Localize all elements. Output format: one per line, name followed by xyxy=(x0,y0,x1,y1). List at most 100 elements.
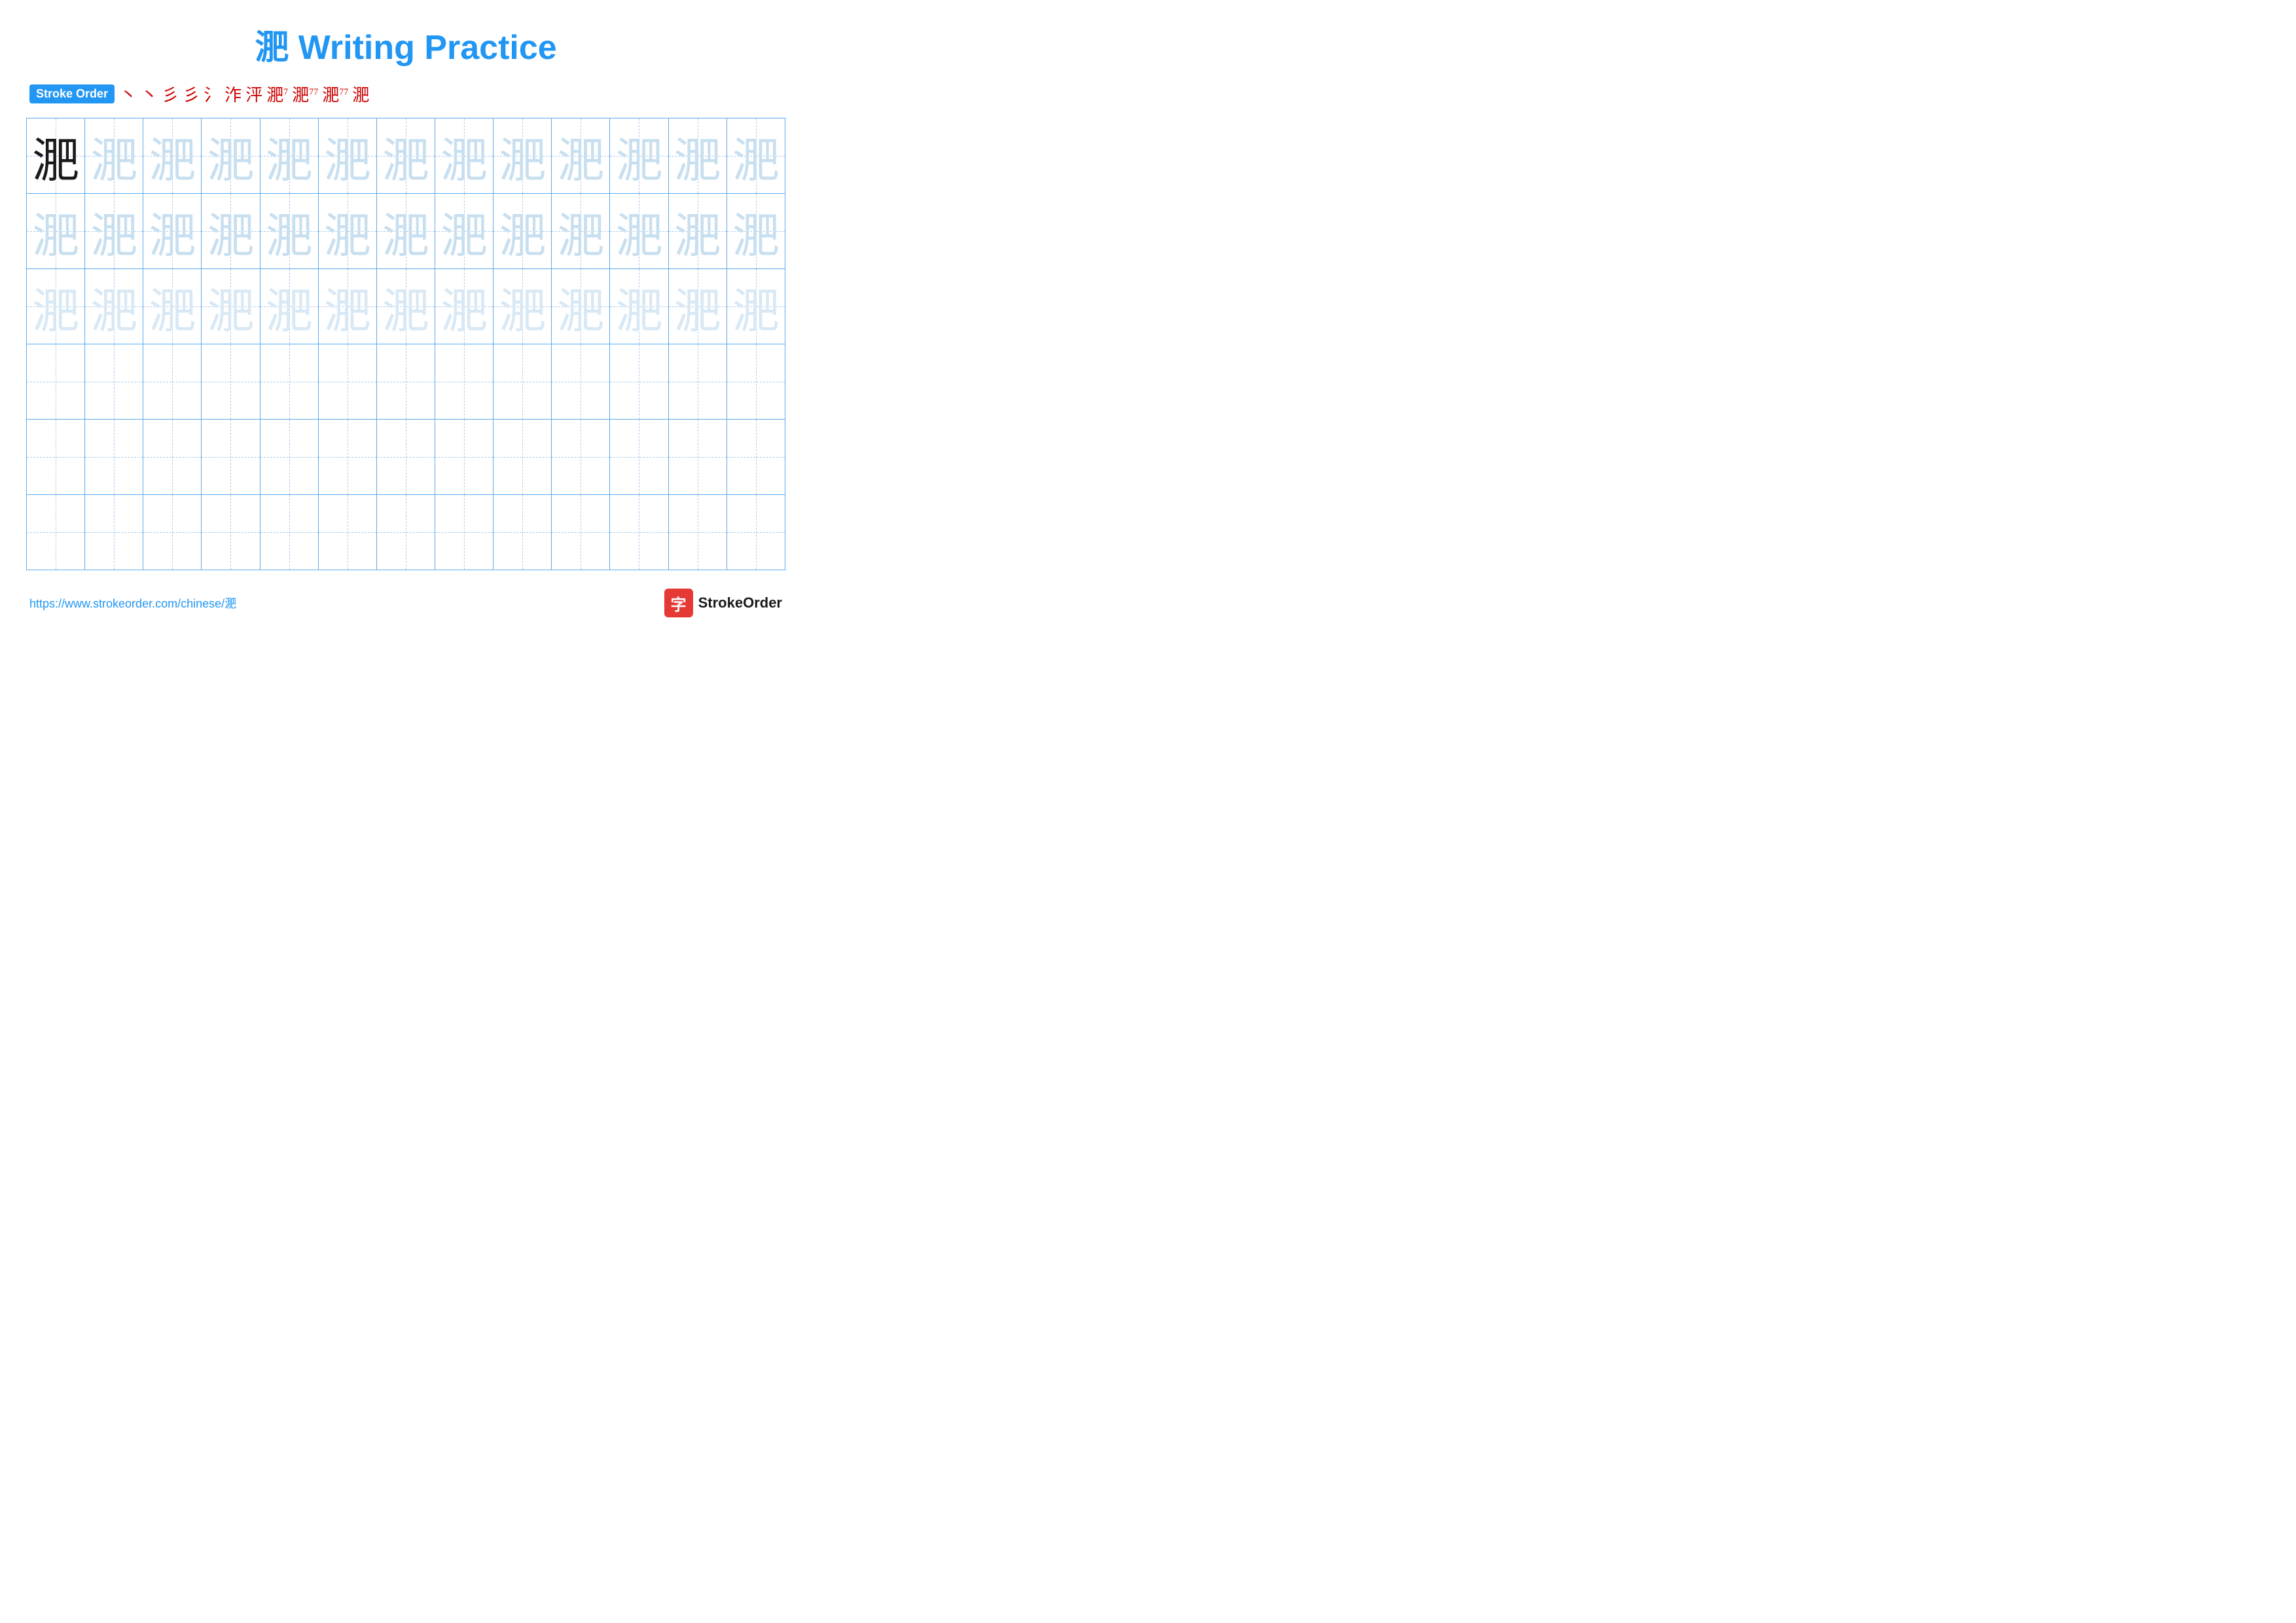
practice-row-5 xyxy=(27,420,785,495)
stroke-step-5: 氵 xyxy=(204,82,221,106)
stroke-step-6: 泎 xyxy=(224,82,242,106)
stroke-step-8: 淝7 xyxy=(266,82,288,106)
cell-r1-c1[interactable]: 淝 xyxy=(27,119,85,194)
cell-r1-c13[interactable]: 淝 xyxy=(726,119,785,194)
cell-r4-c13[interactable] xyxy=(726,344,785,420)
cell-r2-c7[interactable]: 淝 xyxy=(376,194,435,269)
cell-r4-c7[interactable] xyxy=(376,344,435,420)
cell-r5-c4[interactable] xyxy=(202,420,260,495)
cell-r6-c13[interactable] xyxy=(726,495,785,570)
cell-r4-c5[interactable] xyxy=(260,344,318,420)
cell-r4-c10[interactable] xyxy=(552,344,610,420)
cell-r5-c9[interactable] xyxy=(493,420,552,495)
stroke-step-1: 丶 xyxy=(120,82,137,106)
stroke-step-7: 泙 xyxy=(245,82,262,106)
cell-r6-c6[interactable] xyxy=(318,495,376,570)
cell-r3-c10[interactable]: 淝 xyxy=(552,269,610,344)
cell-r4-c8[interactable] xyxy=(435,344,493,420)
cell-r2-c4[interactable]: 淝 xyxy=(202,194,260,269)
cell-r3-c5[interactable]: 淝 xyxy=(260,269,318,344)
cell-r5-c13[interactable] xyxy=(726,420,785,495)
cell-r4-c3[interactable] xyxy=(143,344,202,420)
cell-r2-c9[interactable]: 淝 xyxy=(493,194,552,269)
footer: https://www.strokeorder.com/chinese/淝 字 … xyxy=(26,589,785,617)
cell-r2-c11[interactable]: 淝 xyxy=(610,194,668,269)
stroke-step-2: 丶 xyxy=(141,82,158,106)
cell-r3-c7[interactable]: 淝 xyxy=(376,269,435,344)
cell-r6-c8[interactable] xyxy=(435,495,493,570)
cell-r5-c6[interactable] xyxy=(318,420,376,495)
stroke-order-row: Stroke Order 丶 丶 彡 彡 氵 泎 泙 淝7 淝77 淝77 淝 xyxy=(26,82,785,106)
practice-grid: 淝 淝 淝 淝 淝 淝 淝 淝 淝 淝 淝 淝 淝 淝 淝 淝 淝 淝 淝 淝 … xyxy=(26,118,785,570)
cell-r1-c7[interactable]: 淝 xyxy=(376,119,435,194)
cell-r1-c4[interactable]: 淝 xyxy=(202,119,260,194)
cell-r1-c3[interactable]: 淝 xyxy=(143,119,202,194)
cell-r6-c2[interactable] xyxy=(85,495,143,570)
cell-r5-c10[interactable] xyxy=(552,420,610,495)
stroke-step-4: 彡 xyxy=(183,82,200,106)
cell-r6-c3[interactable] xyxy=(143,495,202,570)
cell-r4-c2[interactable] xyxy=(85,344,143,420)
cell-r3-c1[interactable]: 淝 xyxy=(27,269,85,344)
cell-r1-c12[interactable]: 淝 xyxy=(668,119,726,194)
cell-r5-c2[interactable] xyxy=(85,420,143,495)
cell-r2-c6[interactable]: 淝 xyxy=(318,194,376,269)
cell-r2-c1[interactable]: 淝 xyxy=(27,194,85,269)
cell-r2-c8[interactable]: 淝 xyxy=(435,194,493,269)
cell-r2-c13[interactable]: 淝 xyxy=(726,194,785,269)
cell-r2-c2[interactable]: 淝 xyxy=(85,194,143,269)
stroke-steps: 丶 丶 彡 彡 氵 泎 泙 淝7 淝77 淝77 淝 xyxy=(120,82,369,106)
practice-row-6 xyxy=(27,495,785,570)
cell-r3-c4[interactable]: 淝 xyxy=(202,269,260,344)
cell-r1-c8[interactable]: 淝 xyxy=(435,119,493,194)
cell-r6-c10[interactable] xyxy=(552,495,610,570)
cell-r1-c11[interactable]: 淝 xyxy=(610,119,668,194)
cell-r3-c11[interactable]: 淝 xyxy=(610,269,668,344)
footer-url: https://www.strokeorder.com/chinese/淝 xyxy=(29,594,236,611)
cell-r2-c5[interactable]: 淝 xyxy=(260,194,318,269)
stroke-step-3: 彡 xyxy=(162,82,179,106)
strokeorder-logo-icon: 字 xyxy=(664,589,693,617)
strokeorder-logo-text: StrokeOrder xyxy=(698,594,782,611)
cell-r6-c7[interactable] xyxy=(376,495,435,570)
cell-r5-c5[interactable] xyxy=(260,420,318,495)
cell-r6-c4[interactable] xyxy=(202,495,260,570)
cell-r3-c6[interactable]: 淝 xyxy=(318,269,376,344)
cell-r6-c1[interactable] xyxy=(27,495,85,570)
cell-r4-c12[interactable] xyxy=(668,344,726,420)
cell-r1-c6[interactable]: 淝 xyxy=(318,119,376,194)
cell-r1-c9[interactable]: 淝 xyxy=(493,119,552,194)
practice-row-2: 淝 淝 淝 淝 淝 淝 淝 淝 淝 淝 淝 淝 淝 xyxy=(27,194,785,269)
cell-r3-c12[interactable]: 淝 xyxy=(668,269,726,344)
cell-r6-c9[interactable] xyxy=(493,495,552,570)
cell-r3-c13[interactable]: 淝 xyxy=(726,269,785,344)
stroke-step-11: 淝 xyxy=(352,82,369,106)
footer-logo: 字 StrokeOrder xyxy=(664,589,782,617)
cell-r6-c5[interactable] xyxy=(260,495,318,570)
cell-r2-c10[interactable]: 淝 xyxy=(552,194,610,269)
cell-r5-c1[interactable] xyxy=(27,420,85,495)
cell-r5-c12[interactable] xyxy=(668,420,726,495)
cell-r3-c2[interactable]: 淝 xyxy=(85,269,143,344)
cell-r5-c11[interactable] xyxy=(610,420,668,495)
cell-r2-c3[interactable]: 淝 xyxy=(143,194,202,269)
cell-r4-c9[interactable] xyxy=(493,344,552,420)
cell-r4-c1[interactable] xyxy=(27,344,85,420)
cell-r3-c9[interactable]: 淝 xyxy=(493,269,552,344)
cell-r4-c4[interactable] xyxy=(202,344,260,420)
cell-r1-c2[interactable]: 淝 xyxy=(85,119,143,194)
cell-r6-c12[interactable] xyxy=(668,495,726,570)
cell-r6-c11[interactable] xyxy=(610,495,668,570)
cell-r4-c11[interactable] xyxy=(610,344,668,420)
practice-row-3: 淝 淝 淝 淝 淝 淝 淝 淝 淝 淝 淝 淝 淝 xyxy=(27,269,785,344)
cell-r1-c5[interactable]: 淝 xyxy=(260,119,318,194)
cell-r3-c8[interactable]: 淝 xyxy=(435,269,493,344)
cell-r1-c10[interactable]: 淝 xyxy=(552,119,610,194)
cell-r5-c8[interactable] xyxy=(435,420,493,495)
cell-r5-c3[interactable] xyxy=(143,420,202,495)
cell-r4-c6[interactable] xyxy=(318,344,376,420)
practice-row-4 xyxy=(27,344,785,420)
cell-r5-c7[interactable] xyxy=(376,420,435,495)
cell-r2-c12[interactable]: 淝 xyxy=(668,194,726,269)
cell-r3-c3[interactable]: 淝 xyxy=(143,269,202,344)
